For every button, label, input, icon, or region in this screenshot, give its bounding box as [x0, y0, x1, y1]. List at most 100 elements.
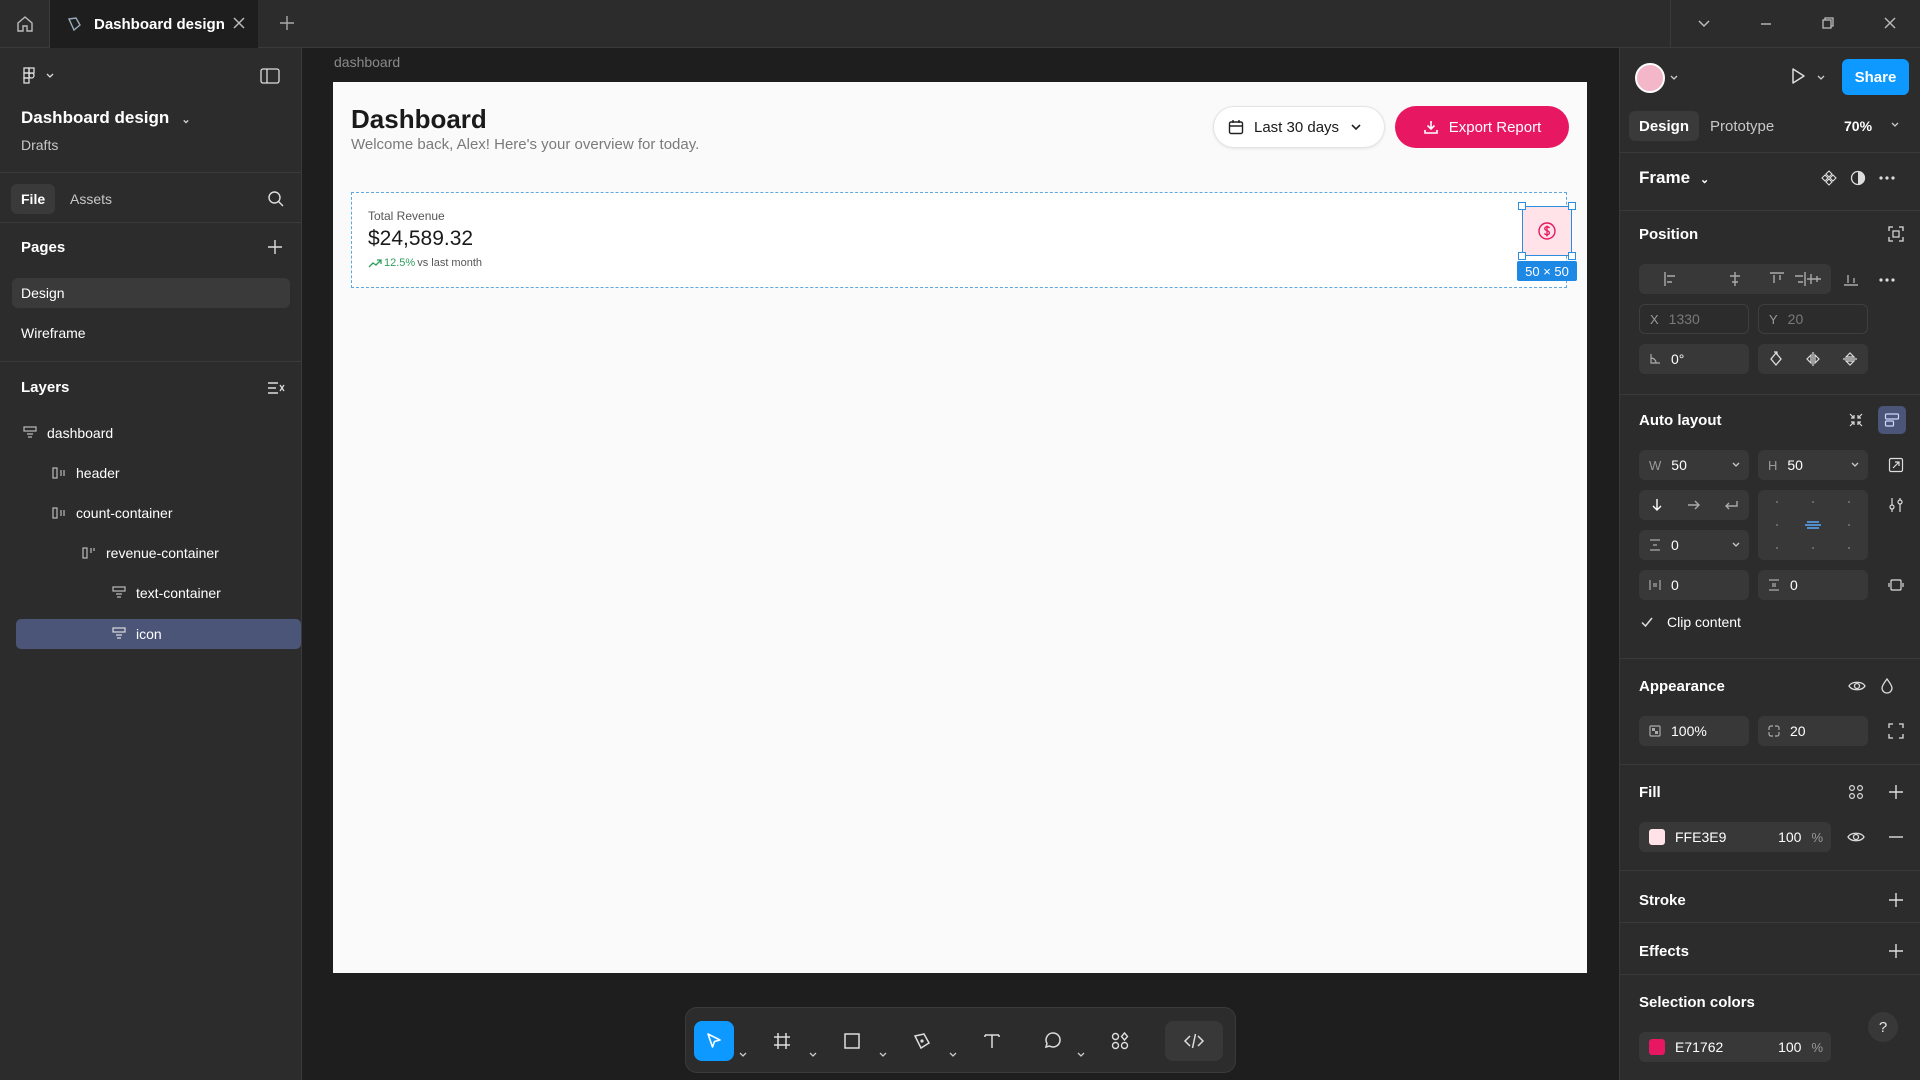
chevron-down-icon[interactable]: [1695, 14, 1713, 32]
tab-file[interactable]: File: [11, 184, 56, 214]
align-top-icon[interactable]: [1769, 271, 1785, 287]
export-report-button[interactable]: Export Report: [1395, 106, 1569, 148]
constraints-icon[interactable]: [1888, 226, 1904, 242]
arrow-down-icon[interactable]: [1649, 497, 1665, 513]
date-range-button[interactable]: Last 30 days: [1213, 106, 1385, 148]
chevron-down-icon[interactable]: [808, 1035, 818, 1075]
components-tool-button[interactable]: [1100, 1021, 1140, 1061]
add-stroke-icon[interactable]: [1888, 892, 1904, 908]
new-tab-icon[interactable]: [278, 14, 296, 32]
close-window-icon[interactable]: [1881, 14, 1899, 32]
add-page-icon[interactable]: [267, 239, 283, 255]
rotation-field[interactable]: 0°: [1639, 344, 1749, 374]
width-field[interactable]: W 50: [1639, 450, 1749, 480]
chevron-down-icon[interactable]: [1076, 1035, 1086, 1075]
wrap-icon[interactable]: [1723, 497, 1739, 513]
minimize-icon[interactable]: [1757, 14, 1775, 32]
remove-fill-icon[interactable]: [1888, 829, 1904, 845]
canvas[interactable]: dashboard Dashboard Welcome back, Alex! …: [302, 48, 1619, 1080]
alignment-grid[interactable]: [1758, 490, 1868, 560]
layer-header[interactable]: header: [52, 458, 120, 488]
play-icon[interactable]: [1788, 66, 1808, 86]
selection-color-swatch[interactable]: [1649, 1039, 1665, 1055]
eye-icon[interactable]: [1847, 829, 1865, 845]
individual-padding-icon[interactable]: [1888, 577, 1904, 593]
close-tab-icon[interactable]: [230, 14, 248, 32]
revenue-card[interactable]: Total Revenue $24,589.32 12.5% vs last m…: [351, 192, 1577, 288]
component-icon[interactable]: [1821, 170, 1837, 186]
height-field[interactable]: H 50: [1758, 450, 1868, 480]
horizontal-padding-field[interactable]: 0: [1639, 570, 1749, 600]
chevron-down-icon[interactable]: [948, 1035, 958, 1075]
resize-handle[interactable]: [1568, 252, 1576, 260]
frame-label[interactable]: dashboard: [334, 54, 400, 70]
corner-radius-field[interactable]: 20: [1758, 716, 1868, 746]
arrow-right-icon[interactable]: [1686, 497, 1702, 513]
mask-icon[interactable]: [1850, 170, 1866, 186]
chevron-down-icon[interactable]: [738, 1035, 748, 1075]
align-center-horizontal-icon[interactable]: [1727, 271, 1743, 287]
text-tool-button[interactable]: [972, 1021, 1012, 1061]
layer-revenue-container[interactable]: revenue-container: [82, 538, 219, 568]
independent-corners-icon[interactable]: [1888, 723, 1904, 739]
tab-design[interactable]: Design: [1629, 111, 1700, 141]
avatar[interactable]: [1635, 63, 1665, 93]
opacity-field[interactable]: 100%: [1639, 716, 1749, 746]
rectangle-tool-button[interactable]: [832, 1021, 872, 1061]
flip-horizontal-icon[interactable]: [1805, 351, 1821, 367]
align-left-icon[interactable]: [1663, 271, 1679, 287]
fill-swatch[interactable]: [1649, 829, 1665, 845]
resize-handle[interactable]: [1568, 202, 1576, 210]
align-center-vertical-icon[interactable]: [1806, 271, 1822, 287]
chevron-down-icon[interactable]: [1669, 73, 1679, 83]
page-item-design[interactable]: Design: [12, 278, 290, 308]
layer-icon[interactable]: icon: [112, 619, 162, 649]
clip-content-checkbox[interactable]: Clip content: [1639, 614, 1741, 630]
frame-tool-button[interactable]: [762, 1021, 802, 1061]
layer-count-container[interactable]: count-container: [52, 498, 173, 528]
resize-handle[interactable]: [1518, 202, 1526, 210]
project-title[interactable]: Dashboard design ⌄: [21, 108, 191, 128]
flip-vertical-icon[interactable]: [1842, 351, 1858, 367]
chevron-down-icon[interactable]: [878, 1035, 888, 1075]
zoom-level[interactable]: 70%: [1844, 118, 1872, 134]
share-button[interactable]: Share: [1842, 59, 1909, 95]
y-position-field[interactable]: Y 20: [1758, 304, 1868, 334]
fill-color-field[interactable]: FFE3E9 100 %: [1639, 822, 1831, 852]
page-item-wireframe[interactable]: Wireframe: [12, 318, 290, 348]
add-effect-icon[interactable]: [1888, 943, 1904, 959]
layer-dashboard[interactable]: dashboard: [23, 418, 113, 448]
document-tab[interactable]: Dashboard design: [50, 0, 258, 48]
comment-tool-button[interactable]: [1032, 1021, 1072, 1061]
more-options-icon[interactable]: [1878, 272, 1896, 288]
vertical-padding-field[interactable]: 0: [1758, 570, 1868, 600]
gap-field[interactable]: 0: [1639, 530, 1749, 560]
sidebar-toggle-icon[interactable]: [260, 67, 280, 85]
remove-auto-layout-icon[interactable]: [1848, 412, 1864, 428]
more-options-icon[interactable]: [1878, 170, 1896, 186]
align-bottom-icon[interactable]: [1843, 271, 1859, 287]
revenue-icon-container[interactable]: [1518, 202, 1576, 260]
dashboard-frame[interactable]: Dashboard Welcome back, Alex! Here's you…: [333, 82, 1587, 973]
layer-text-container[interactable]: text-container: [112, 578, 221, 608]
eye-icon[interactable]: [1848, 678, 1866, 694]
resize-handle[interactable]: [1518, 252, 1526, 260]
aspect-ratio-icon[interactable]: [1888, 457, 1904, 473]
search-icon[interactable]: [267, 190, 285, 208]
chevron-down-icon[interactable]: [1816, 73, 1826, 83]
pen-tool-button[interactable]: [902, 1021, 942, 1061]
tab-assets[interactable]: Assets: [60, 184, 122, 214]
home-button[interactable]: [0, 0, 50, 48]
layers-filter-icon[interactable]: [267, 379, 285, 397]
add-fill-icon[interactable]: [1888, 784, 1904, 800]
layout-settings-icon[interactable]: [1888, 497, 1904, 513]
dev-mode-button[interactable]: [1165, 1021, 1223, 1061]
x-position-field[interactable]: X 1330: [1639, 304, 1749, 334]
selection-color-field[interactable]: E71762 100 %: [1639, 1032, 1831, 1062]
move-tool-button[interactable]: [694, 1021, 734, 1061]
auto-layout-settings-button[interactable]: [1878, 406, 1906, 434]
frame-type-label[interactable]: Frame ⌄: [1639, 168, 1709, 188]
tab-prototype[interactable]: Prototype: [1700, 111, 1784, 141]
styles-grid-icon[interactable]: [1848, 784, 1864, 800]
restore-icon[interactable]: [1819, 14, 1837, 32]
